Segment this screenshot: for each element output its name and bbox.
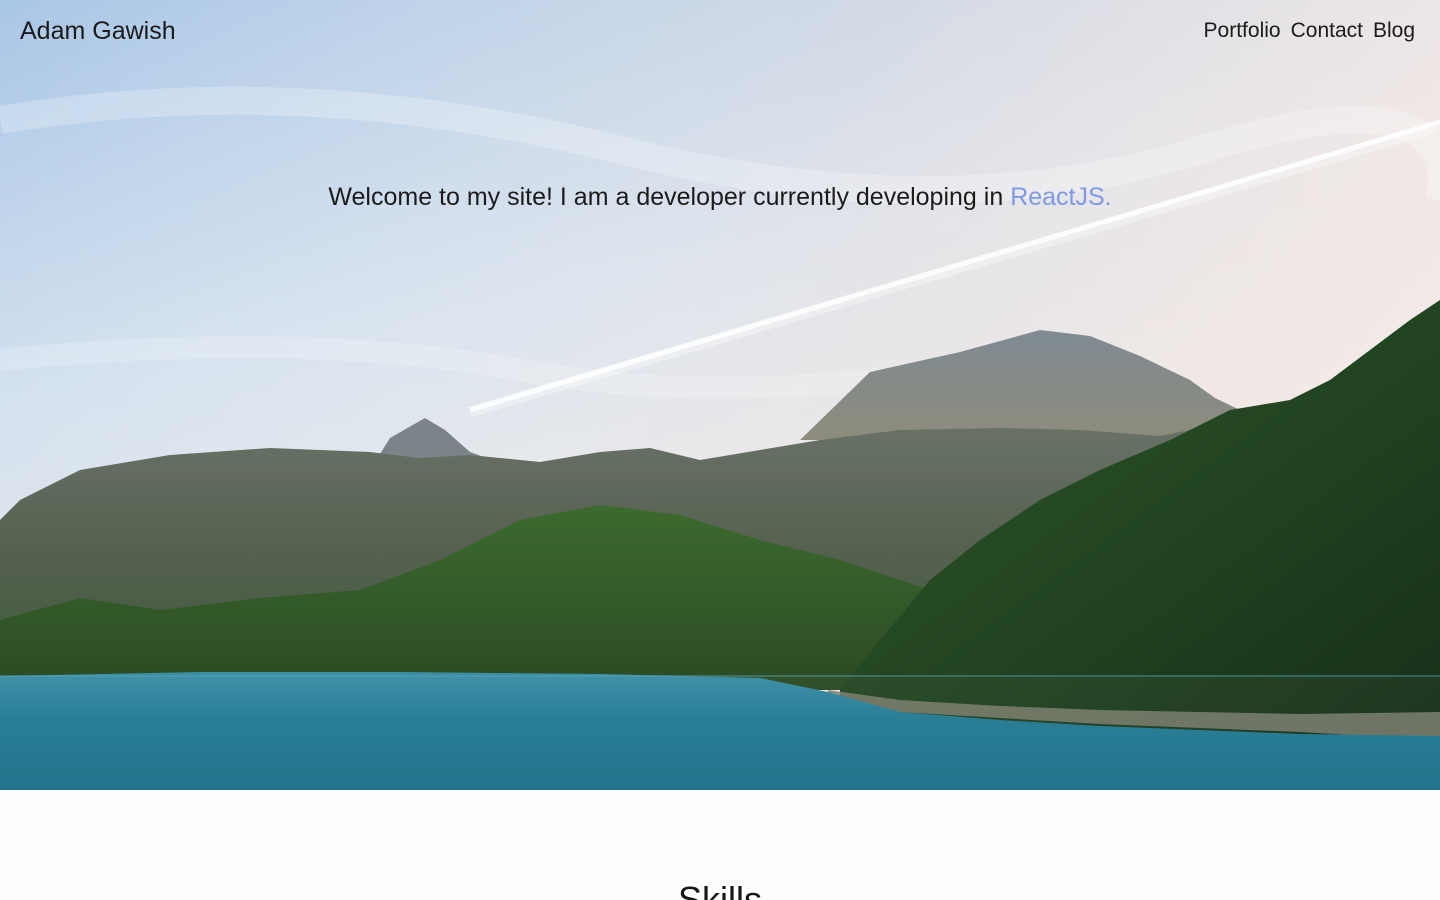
skills-heading: Skills <box>677 879 762 900</box>
welcome-text: Welcome to my site! I am a developer cur… <box>328 183 1011 211</box>
mountain-lake-background-image <box>0 0 1440 790</box>
nav-links: Portfolio Contact Blog <box>1204 18 1415 44</box>
brand-logo-link[interactable]: Adam Gawish <box>20 16 176 46</box>
nav-link-blog[interactable]: Blog <box>1373 18 1415 44</box>
nav-link-portfolio[interactable]: Portfolio <box>1204 18 1281 44</box>
skills-section: Skills <box>0 790 1440 900</box>
welcome-accent-text: ReactJS. <box>1010 183 1112 211</box>
welcome-message: Welcome to my site! I am a developer cur… <box>0 181 1440 213</box>
hero-section: Adam Gawish Portfolio Contact Blog Welco… <box>0 0 1440 790</box>
nav-link-contact[interactable]: Contact <box>1291 18 1363 44</box>
page: Adam Gawish Portfolio Contact Blog Welco… <box>0 0 1440 900</box>
top-navbar: Adam Gawish Portfolio Contact Blog <box>0 0 1440 62</box>
